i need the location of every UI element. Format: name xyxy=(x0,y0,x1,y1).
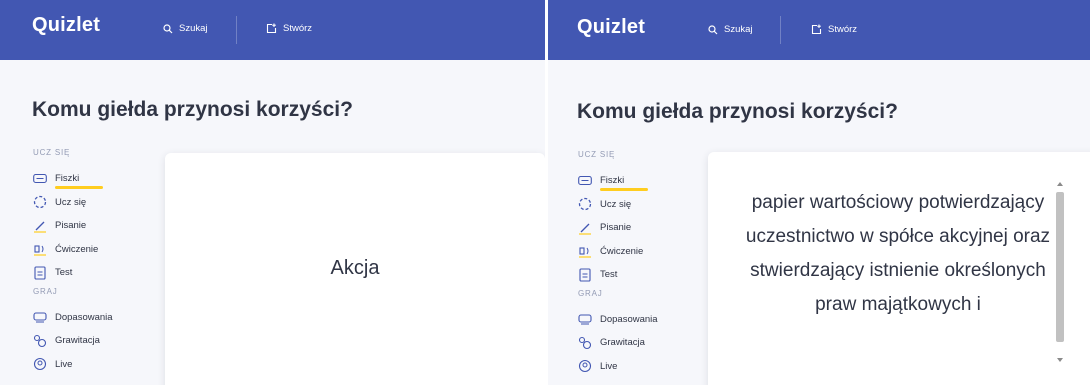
mode-gravity[interactable]: Grawitacja xyxy=(578,331,698,355)
search-nav-button[interactable]: Szukaj xyxy=(163,23,208,34)
scrollbar-thumb[interactable] xyxy=(1056,192,1064,342)
flashcard-term: Akcja xyxy=(330,257,380,279)
mode-gravity-label: Grawitacja xyxy=(55,335,100,347)
mode-write[interactable]: Pisanie xyxy=(33,214,153,238)
mode-live[interactable]: Live xyxy=(33,353,153,377)
search-nav-label: Szukaj xyxy=(179,23,208,34)
flashcard-screen-back: Quizlet Szukaj Stwórz Komu giełda przyno… xyxy=(548,0,1090,385)
mode-gravity-label: Grawitacja xyxy=(600,337,645,349)
play-section-heading: GRAJ xyxy=(578,288,603,298)
mode-match[interactable]: Dopasowania xyxy=(578,308,698,332)
live-icon xyxy=(33,357,47,371)
flashcard-screen-front: Quizlet Szukaj Stwórz Komu giełda przyno… xyxy=(0,0,545,385)
test-document-icon xyxy=(578,268,592,282)
pencil-icon xyxy=(33,219,47,233)
top-navigation-bar: Quizlet Szukaj Stwórz xyxy=(548,0,1090,60)
create-icon xyxy=(266,23,277,34)
quizlet-logo[interactable]: Quizlet xyxy=(32,14,100,37)
mode-write[interactable]: Pisanie xyxy=(578,216,698,240)
flashcards-icon xyxy=(33,172,47,186)
mode-spell[interactable]: Ćwiczenie xyxy=(578,240,698,264)
mode-learn[interactable]: Ucz się xyxy=(33,191,153,215)
nav-divider xyxy=(780,16,781,44)
flashcard-definition: papier wartościowy potwierdzający uczest… xyxy=(745,192,1051,315)
gravity-icon xyxy=(578,336,592,350)
speaker-icon xyxy=(33,242,47,256)
live-icon xyxy=(578,359,592,373)
create-icon xyxy=(811,24,822,35)
speaker-icon xyxy=(578,244,592,258)
study-mode-sidebar: UCZ SIĘ Fiszki Ucz się Pisanie Ćwiczenie… xyxy=(578,150,698,378)
learn-icon xyxy=(33,195,47,209)
page-title: Komu giełda przynosi korzyści? xyxy=(32,98,353,121)
top-navigation-bar: Quizlet Szukaj Stwórz xyxy=(0,0,545,60)
create-nav-label: Stwórz xyxy=(283,23,313,34)
mode-learn-label: Ucz się xyxy=(55,196,87,208)
mode-flashcards[interactable]: Fiszki xyxy=(578,169,698,193)
mode-write-label: Pisanie xyxy=(55,220,87,232)
pencil-icon xyxy=(578,221,592,235)
scroll-down-arrow-icon[interactable] xyxy=(1057,358,1063,362)
mode-test-label: Test xyxy=(600,269,618,281)
mode-live-label: Live xyxy=(600,360,618,372)
page-title: Komu giełda przynosi korzyści? xyxy=(577,100,898,123)
mode-spell-label: Ćwiczenie xyxy=(55,243,99,255)
mode-live-label: Live xyxy=(55,358,73,370)
mode-gravity[interactable]: Grawitacja xyxy=(33,329,153,353)
create-nav-label: Stwórz xyxy=(828,24,858,35)
create-nav-button[interactable]: Stwórz xyxy=(266,23,312,34)
flashcard-scrollbar[interactable] xyxy=(1055,182,1065,362)
mode-flashcards-label: Fiszki xyxy=(600,175,625,187)
mode-flashcards-label: Fiszki xyxy=(55,173,80,185)
search-icon xyxy=(163,23,173,33)
match-cards-icon xyxy=(578,312,592,326)
learn-section-heading: UCZ SIĘ xyxy=(578,150,616,159)
mode-flashcards[interactable]: Fiszki xyxy=(33,167,153,191)
flashcard[interactable]: papier wartościowy potwierdzający uczest… xyxy=(708,152,1090,385)
match-cards-icon xyxy=(33,310,47,324)
search-icon xyxy=(708,24,718,34)
nav-divider xyxy=(236,16,237,44)
play-section-heading: GRAJ xyxy=(33,286,58,296)
flashcards-icon xyxy=(578,174,592,188)
mode-match-label: Dopasowania xyxy=(600,313,658,325)
mode-spell[interactable]: Ćwiczenie xyxy=(33,238,153,262)
mode-test[interactable]: Test xyxy=(578,263,698,287)
mode-match-label: Dopasowania xyxy=(55,311,113,323)
mode-test-label: Test xyxy=(55,267,73,279)
quizlet-logo[interactable]: Quizlet xyxy=(577,16,645,39)
mode-learn-label: Ucz się xyxy=(600,198,632,210)
scroll-up-arrow-icon[interactable] xyxy=(1057,182,1063,186)
mode-spell-label: Ćwiczenie xyxy=(600,245,644,257)
flashcard[interactable]: Akcja xyxy=(165,153,545,385)
mode-write-label: Pisanie xyxy=(600,222,632,234)
create-nav-button[interactable]: Stwórz xyxy=(811,24,857,35)
search-nav-label: Szukaj xyxy=(724,24,753,35)
study-mode-sidebar: UCZ SIĘ Fiszki Ucz się Pisanie Ćwiczenie… xyxy=(33,148,153,376)
mode-learn[interactable]: Ucz się xyxy=(578,193,698,217)
learn-icon xyxy=(578,197,592,211)
mode-test[interactable]: Test xyxy=(33,261,153,285)
search-nav-button[interactable]: Szukaj xyxy=(708,24,753,35)
learn-section-heading: UCZ SIĘ xyxy=(33,148,71,157)
test-document-icon xyxy=(33,266,47,280)
mode-live[interactable]: Live xyxy=(578,355,698,379)
gravity-icon xyxy=(33,334,47,348)
mode-match[interactable]: Dopasowania xyxy=(33,306,153,330)
